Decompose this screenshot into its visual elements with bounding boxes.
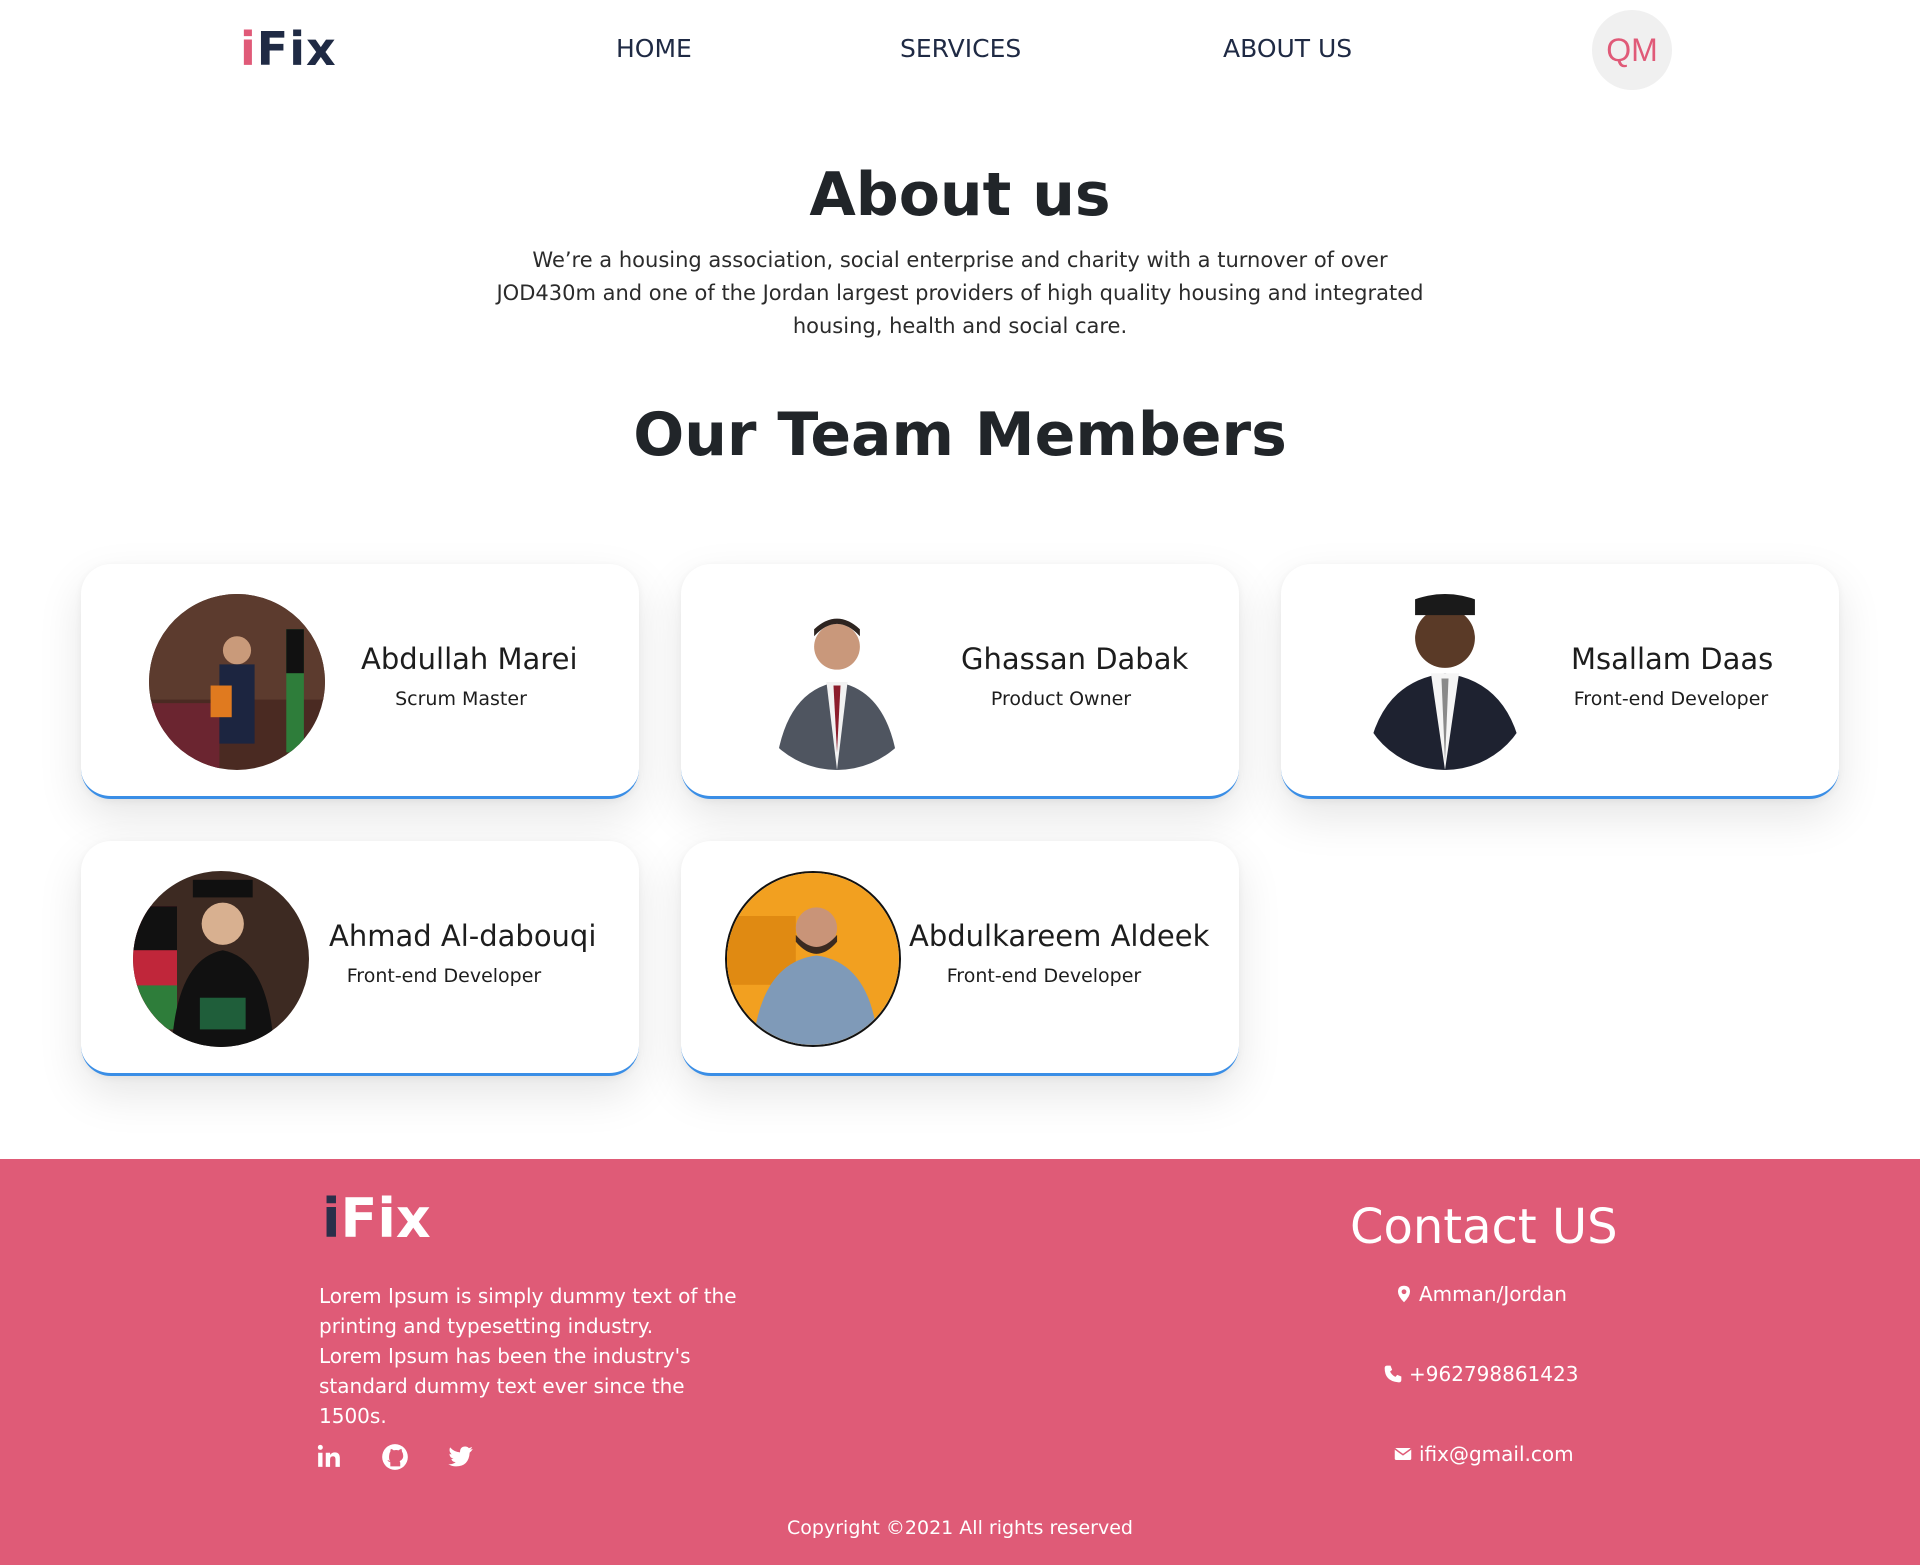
member-role: Scrum Master <box>395 688 527 710</box>
footer-description: Lorem Ipsum is simply dummy text of the … <box>319 1281 739 1431</box>
footer-text-line2: Lorem Ipsum has been the industry's stan… <box>319 1344 691 1428</box>
member-role: Product Owner <box>990 688 1132 710</box>
member-name: Ahmad Al-dabouqi <box>329 919 597 953</box>
contact-location: Amman/Jordan <box>1395 1282 1567 1306</box>
contact-title: Contact US <box>1350 1199 1618 1255</box>
team-card: Ahmad Al-dabouqi Front-end Developer <box>81 841 639 1076</box>
team-title: Our Team Members <box>633 400 1287 470</box>
email-text: ifix@gmail.com <box>1419 1442 1574 1466</box>
team-card: Msallam Daas Front-end Developer <box>1281 564 1839 799</box>
phone-text: +962798861423 <box>1409 1362 1579 1386</box>
top-navbar: i Fix HOME SERVICES ABOUT US QM <box>0 0 1920 100</box>
member-name: Msallam Daas <box>1571 642 1774 676</box>
phone-icon <box>1384 1365 1402 1383</box>
nav-services-link[interactable]: SERVICES <box>900 34 1021 63</box>
copyright-text: Copyright ©2021 All rights reserved <box>787 1517 1133 1539</box>
footer-logo[interactable]: i Fix <box>322 1187 431 1250</box>
member-photo <box>749 594 925 770</box>
location-pin-icon <box>1398 1285 1410 1303</box>
member-role: Front-end Developer <box>1573 688 1769 710</box>
twitter-icon[interactable] <box>446 1443 476 1473</box>
member-photo <box>725 871 901 1047</box>
member-role: Front-end Developer <box>346 965 542 987</box>
team-card: Ghassan Dabak Product Owner <box>681 564 1239 799</box>
footer-text-line1: Lorem Ipsum is simply dummy text of the … <box>319 1284 737 1338</box>
member-name: Abdullah Marei <box>361 642 578 676</box>
member-name: Ghassan Dabak <box>961 642 1189 676</box>
user-avatar[interactable]: QM <box>1592 10 1672 90</box>
team-card: Abdulkareem Aldeek Front-end Developer <box>681 841 1239 1076</box>
envelope-icon <box>1394 1448 1412 1460</box>
nav-about-link[interactable]: ABOUT US <box>1223 34 1352 63</box>
member-photo <box>133 871 309 1047</box>
nav-home-link[interactable]: HOME <box>616 34 692 63</box>
member-role: Front-end Developer <box>946 965 1142 987</box>
member-photo <box>1357 594 1533 770</box>
about-description: We’re a housing association, social ente… <box>496 248 1424 338</box>
github-icon[interactable] <box>381 1443 411 1473</box>
footer: i Fix Lorem Ipsum is simply dummy text of… <box>0 1159 1920 1565</box>
contact-phone: +962798861423 <box>1383 1362 1578 1386</box>
logo[interactable]: i Fix <box>240 22 337 76</box>
member-name: Abdulkareem Aldeek <box>909 919 1210 953</box>
location-text: Amman/Jordan <box>1419 1282 1567 1306</box>
member-photo <box>149 594 325 770</box>
contact-email[interactable]: ifix@gmail.com <box>1393 1442 1574 1466</box>
team-card: Abdullah Marei Scrum Master <box>81 564 639 799</box>
about-title: About us <box>809 160 1111 230</box>
linkedin-icon[interactable] <box>316 1443 346 1473</box>
